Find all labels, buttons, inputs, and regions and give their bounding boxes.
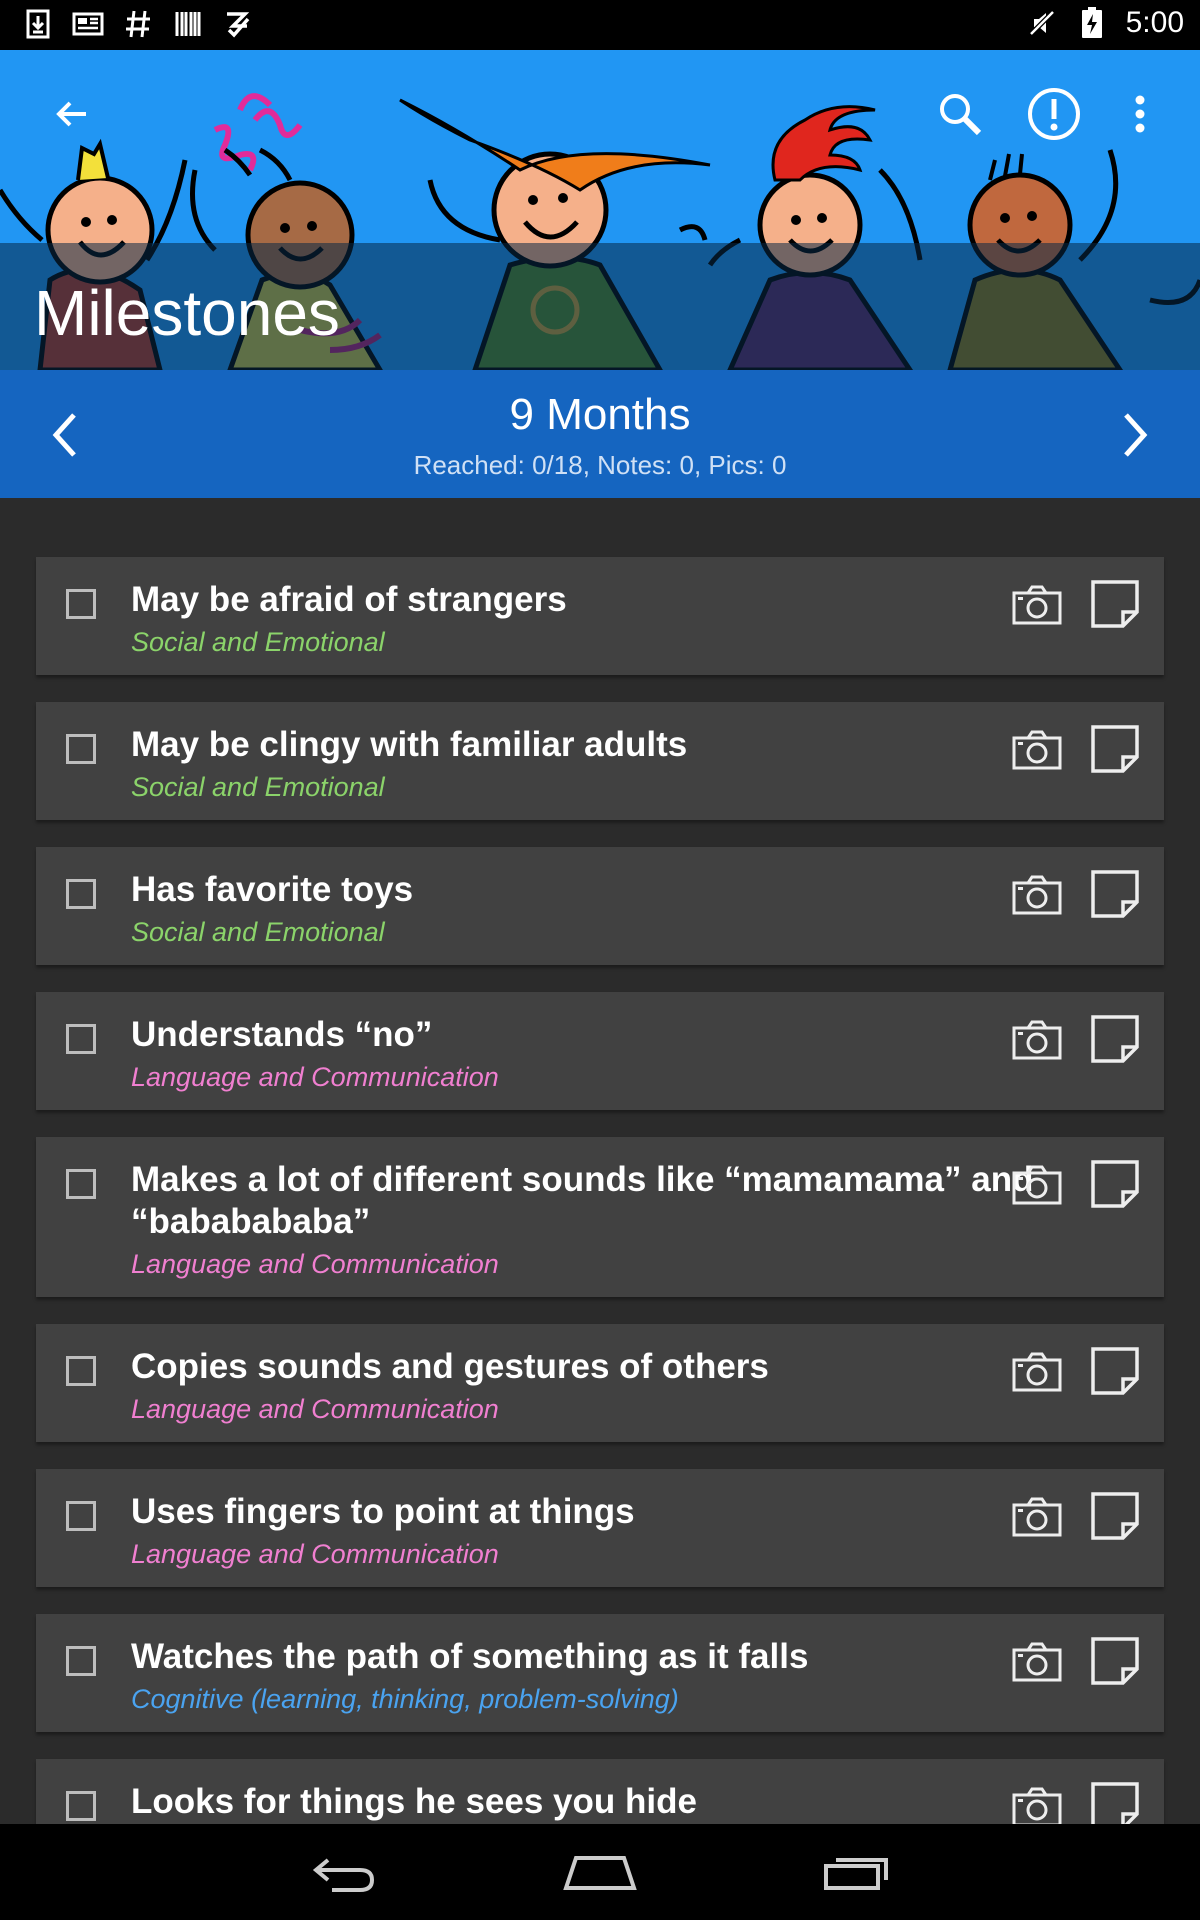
checklist-icon	[222, 8, 254, 40]
status-bar: 5:00	[0, 0, 1200, 50]
camera-icon[interactable]	[1012, 1165, 1062, 1205]
alert-icon[interactable]	[1022, 82, 1086, 146]
milestone-title: May be clingy with familiar adults	[131, 725, 688, 764]
milestone-category: Social and Emotional	[131, 627, 385, 657]
milestone-checkbox[interactable]	[66, 1024, 96, 1054]
milestone-card[interactable]: Copies sounds and gestures of others Lan…	[36, 1324, 1164, 1442]
milestone-category: Language and Communication	[131, 1249, 499, 1279]
note-icon[interactable]	[1090, 724, 1140, 774]
milestone-checkbox[interactable]	[66, 1169, 96, 1199]
milestone-card[interactable]: Uses fingers to point at things Language…	[36, 1469, 1164, 1587]
month-summary: Reached: 0/18, Notes: 0, Pics: 0	[413, 450, 787, 480]
back-nav-icon[interactable]	[298, 1844, 388, 1900]
camera-icon[interactable]	[1012, 1787, 1062, 1827]
camera-icon[interactable]	[1012, 1020, 1062, 1060]
status-time: 5:00	[1125, 6, 1184, 39]
back-icon[interactable]	[40, 82, 104, 146]
note-icon[interactable]	[1090, 1491, 1140, 1541]
news-icon	[72, 8, 104, 40]
system-navigation-bar	[0, 1824, 1200, 1920]
camera-icon[interactable]	[1012, 875, 1062, 915]
milestone-category: Language and Communication	[131, 1539, 499, 1569]
month-navigator: 9 Months Reached: 0/18, Notes: 0, Pics: …	[0, 370, 1200, 498]
milestone-checkbox[interactable]	[66, 734, 96, 764]
milestone-card[interactable]: May be clingy with familiar adults Socia…	[36, 702, 1164, 820]
camera-icon[interactable]	[1012, 730, 1062, 770]
barcode-icon	[172, 8, 204, 40]
battery-charging-icon	[1076, 7, 1108, 39]
milestone-category: Social and Emotional	[131, 772, 385, 802]
milestone-checkbox[interactable]	[66, 1791, 96, 1821]
download-icon	[22, 8, 54, 40]
milestone-title: May be afraid of strangers	[131, 580, 567, 619]
next-month-button[interactable]	[1100, 400, 1170, 470]
milestone-category: Language and Communication	[131, 1062, 499, 1092]
note-icon[interactable]	[1090, 579, 1140, 629]
note-icon[interactable]	[1090, 1636, 1140, 1686]
camera-icon[interactable]	[1012, 585, 1062, 625]
milestone-checkbox[interactable]	[66, 1501, 96, 1531]
home-nav-icon[interactable]	[555, 1844, 645, 1900]
milestone-title: Understands “no”	[131, 1015, 433, 1054]
note-icon[interactable]	[1090, 1346, 1140, 1396]
milestone-title: Uses fingers to point at things	[131, 1492, 635, 1531]
milestone-checkbox[interactable]	[66, 1646, 96, 1676]
milestone-card[interactable]: Watches the path of something as it fall…	[36, 1614, 1164, 1732]
milestone-card[interactable]: Understands “no” Language and Communicat…	[36, 992, 1164, 1110]
milestone-title: Copies sounds and gestures of others	[131, 1347, 769, 1386]
note-icon[interactable]	[1090, 1014, 1140, 1064]
milestone-title: Has favorite toys	[131, 870, 414, 909]
camera-icon[interactable]	[1012, 1497, 1062, 1537]
milestone-title: Watches the path of something as it fall…	[131, 1637, 809, 1676]
page-title: Milestones	[34, 277, 340, 349]
header: Milestones	[0, 50, 1200, 370]
milestone-checkbox[interactable]	[66, 879, 96, 909]
hashtag-icon	[122, 8, 154, 40]
milestone-checkbox[interactable]	[66, 1356, 96, 1386]
milestone-card[interactable]: May be afraid of strangers Social and Em…	[36, 557, 1164, 675]
month-title: 9 Months	[509, 390, 691, 439]
camera-icon[interactable]	[1012, 1352, 1062, 1392]
mute-icon	[1026, 7, 1058, 39]
note-icon[interactable]	[1090, 1159, 1140, 1209]
milestone-title: Makes a lot of different sounds like “ma…	[131, 1160, 1034, 1241]
milestone-category: Cognitive (learning, thinking, problem-s…	[131, 1684, 679, 1714]
milestone-card[interactable]: Makes a lot of different sounds like “ma…	[36, 1137, 1164, 1297]
milestone-card[interactable]: Has favorite toys Social and Emotional	[36, 847, 1164, 965]
camera-icon[interactable]	[1012, 1642, 1062, 1682]
milestone-category: Language and Communication	[131, 1394, 499, 1424]
more-icon[interactable]	[1108, 82, 1172, 146]
milestone-title: Looks for things he sees you hide	[131, 1782, 697, 1821]
milestone-checkbox[interactable]	[66, 589, 96, 619]
recents-nav-icon[interactable]	[812, 1844, 902, 1900]
note-icon[interactable]	[1090, 869, 1140, 919]
milestone-category: Social and Emotional	[131, 917, 385, 947]
search-icon[interactable]	[928, 82, 992, 146]
